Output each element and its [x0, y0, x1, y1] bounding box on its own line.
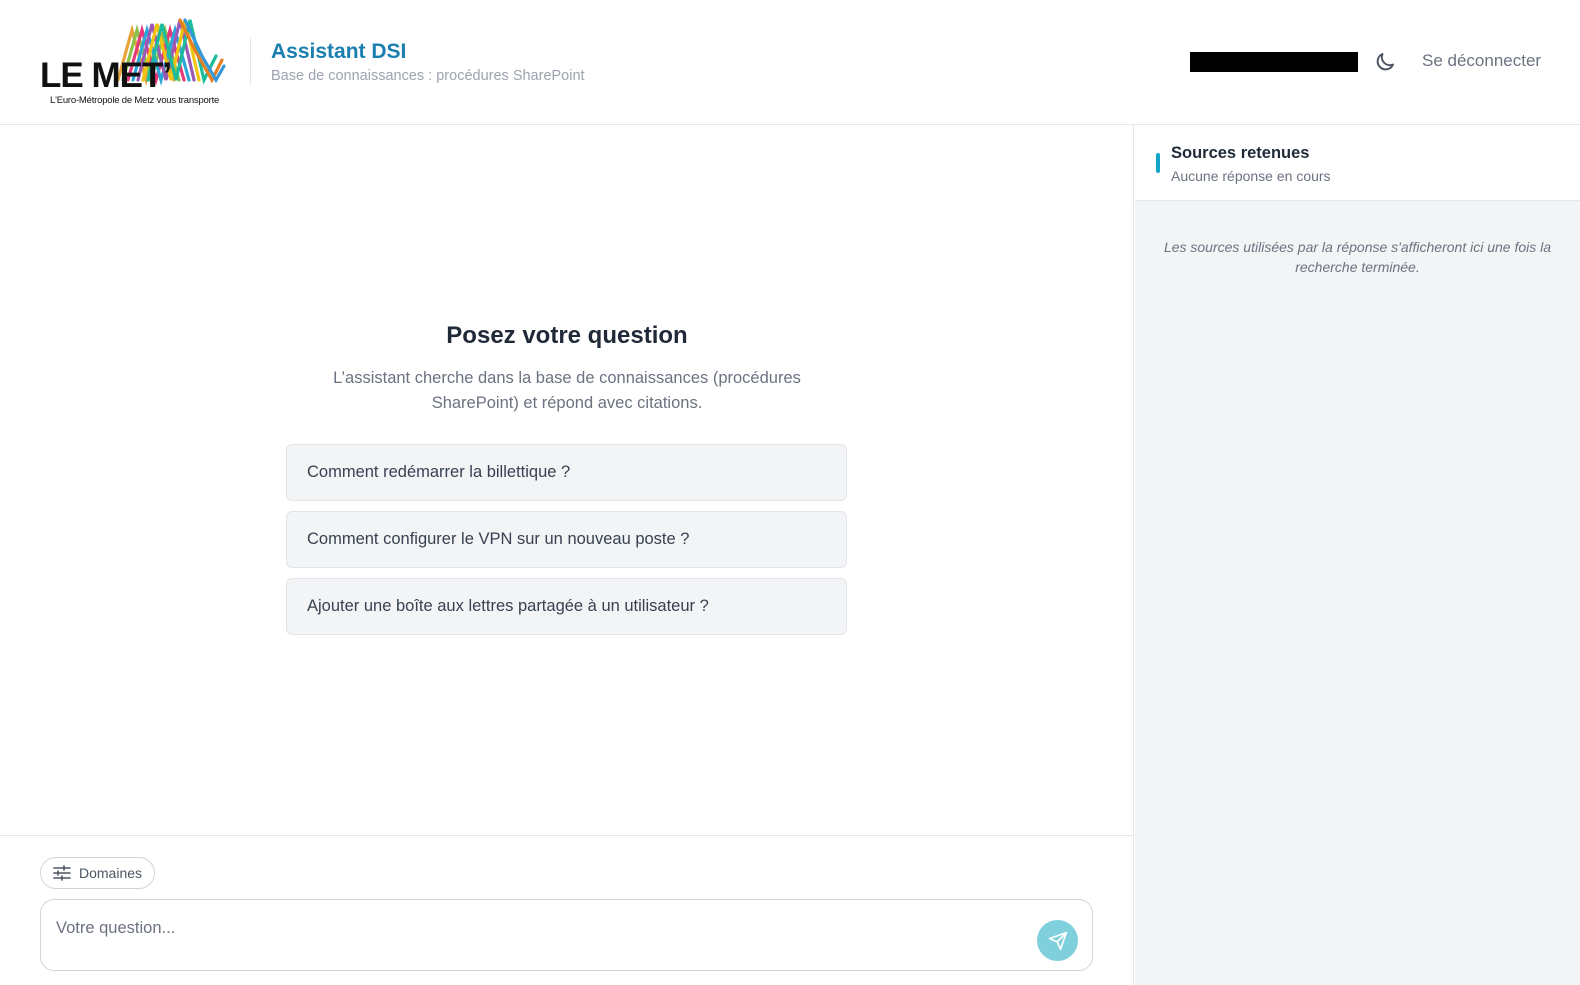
app-title: Assistant DSI — [271, 40, 407, 63]
empty-state-title: Posez votre question — [446, 322, 688, 349]
sources-panel: Sources retenues Aucune réponse en cours… — [1135, 125, 1580, 985]
sources-title: Sources retenues — [1171, 144, 1310, 162]
logo-wordmark: LE MET’ — [40, 56, 172, 95]
question-composer — [40, 899, 1093, 971]
suggestion-button[interactable]: Ajouter une boîte aux lettres partagée à… — [286, 578, 847, 635]
le-met-logo[interactable]: LE MET’ L'Euro-Métropole de Metz vous tr… — [38, 16, 226, 108]
sliders-icon — [53, 865, 71, 881]
user-name-redacted — [1190, 52, 1358, 72]
logo-tagline: L'Euro-Métropole de Metz vous transporte — [50, 95, 220, 106]
empty-state-description: L’assistant cherche dans la base de conn… — [333, 369, 801, 412]
sources-empty-message: Les sources utilisées par la réponse s'a… — [1163, 239, 1552, 275]
suggestion-button[interactable]: Comment redémarrer la billettique ? — [286, 444, 847, 501]
send-button[interactable] — [1037, 920, 1078, 961]
theme-toggle-button[interactable] — [1373, 50, 1397, 74]
suggestion-button[interactable]: Comment configurer le VPN sur un nouveau… — [286, 511, 847, 568]
app-subtitle: Base de connaissances : procédures Share… — [271, 68, 585, 84]
header-divider — [250, 38, 251, 86]
question-input[interactable] — [56, 916, 1006, 940]
chat-area: Posez votre question L’assistant cherche… — [0, 125, 1134, 985]
composer-divider — [0, 835, 1134, 836]
sources-header: Sources retenues Aucune réponse en cours — [1135, 125, 1580, 201]
moon-icon — [1376, 53, 1394, 71]
domains-label: Domaines — [79, 865, 143, 881]
sources-accent-bar — [1156, 153, 1160, 173]
sources-status: Aucune réponse en cours — [1171, 168, 1331, 184]
app-header: LE MET’ L'Euro-Métropole de Metz vous tr… — [0, 0, 1580, 125]
domains-filter-button[interactable]: Domaines — [40, 857, 156, 889]
logout-button[interactable]: Se déconnecter — [1422, 51, 1541, 71]
send-icon — [1048, 931, 1067, 950]
